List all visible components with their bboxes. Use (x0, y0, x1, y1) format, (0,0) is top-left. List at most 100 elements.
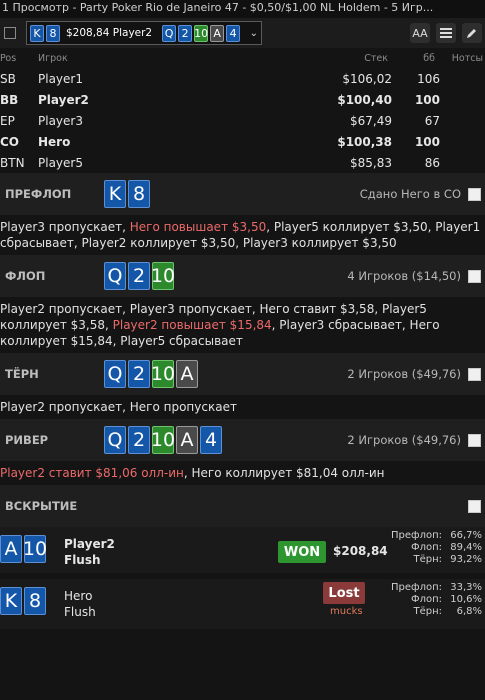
board-card-4: A (210, 24, 225, 42)
showdown-row: K 8 Hero Flush Lost mucks Префлоп: 33,3% … (0, 579, 485, 629)
street-cards: Q 2 10 (104, 262, 175, 290)
action-text: Player2 пропускает, Него пропускает (0, 400, 237, 414)
hand-amount: $208,84 Player2 (66, 27, 153, 39)
street-showdown: ВСКРЫТИЕ (0, 485, 485, 527)
street-river: РИВЕР Q 2 10 A 4 2 Игроков ($49,76) (0, 419, 485, 461)
select-checkbox[interactable] (4, 27, 16, 39)
list-icon[interactable] (436, 23, 456, 43)
card: A (0, 535, 22, 563)
note-checkbox[interactable] (468, 433, 481, 447)
player-row[interactable]: CO Hero $100,38 100 (0, 131, 485, 152)
players-header: Pos Игрок Стек бб Нотсы (0, 48, 485, 68)
player-pos: BTN (0, 155, 25, 170)
card: Q (104, 360, 126, 388)
street-turn: ТЁРН Q 2 10 A 2 Игроков ($49,76) (0, 353, 485, 395)
player-stack: $100,40 (337, 92, 392, 107)
showdown-cards: K 8 (0, 587, 46, 615)
note-checkbox[interactable] (468, 367, 481, 381)
header-stack: Стек (364, 52, 388, 64)
street-label: РИВЕР (5, 433, 49, 447)
street-label: ТЁРН (5, 367, 39, 381)
street-preflop: ПРЕФЛОП K 8 Сдано Него в CO (0, 173, 485, 215)
equity-label: Флоп: (410, 542, 442, 553)
board-card-2: 2 (178, 24, 193, 42)
equity-value: 33,3% (450, 582, 482, 593)
equity-value: 89,4% (450, 542, 482, 553)
street-label: ПРЕФЛОП (5, 187, 72, 201)
pencil-icon[interactable] (462, 23, 482, 43)
player-stack: $67,49 (350, 113, 392, 128)
equity-label: Префлоп: (391, 582, 442, 593)
player-row[interactable]: BTN Player5 $85,83 86 (0, 152, 485, 173)
equity-value: 66,7% (450, 530, 482, 541)
street-info: 4 Игроков ($14,50) (347, 269, 461, 283)
action-text-raise: Player2 повышает $15,84 (112, 318, 272, 332)
board-card-3: 10 (194, 24, 209, 42)
action-text-bet: Player2 ставит $81,06 олл-ин (0, 466, 184, 480)
card: A (176, 426, 198, 454)
toolbar: K 8 $208,84 Player2 Q 2 10 A 4 ⌄ AA (0, 18, 485, 48)
font-size-button[interactable]: AA (410, 23, 430, 43)
card: 2 (128, 360, 150, 388)
note-checkbox[interactable] (468, 269, 481, 283)
board-card-5: 4 (226, 24, 241, 42)
player-name: Hero (38, 134, 71, 149)
equity-label: Тёрн: (413, 606, 442, 617)
player-row[interactable]: SB Player1 $106,02 106 (0, 68, 485, 89)
equity-value: 6,8% (456, 606, 482, 617)
card: 8 (128, 180, 150, 208)
card: 10 (151, 360, 175, 388)
showdown-hand-name: Flush (64, 553, 101, 567)
action-text: Player3 пропускает, (0, 220, 130, 234)
player-pos: SB (0, 71, 16, 86)
player-row[interactable]: EP Player3 $67,49 67 (0, 110, 485, 131)
header-notes: Нотсы (451, 52, 483, 64)
equity-label: Флоп: (410, 594, 442, 605)
card: 10 (151, 262, 175, 290)
showdown-row: A 10 Player2 Flush WON $208,84 Префлоп: 6… (0, 527, 485, 573)
preflop-actions: Player3 пропускает, Него повышает $3,50,… (0, 215, 485, 255)
won-amount: $208,84 (333, 544, 388, 558)
showdown-hand-name: Flush (64, 605, 96, 619)
player-bb: 67 (424, 113, 440, 128)
header-pos: Pos (0, 52, 17, 64)
card: Q (104, 262, 126, 290)
player-stack: $85,83 (350, 155, 392, 170)
player-stack: $106,02 (342, 71, 392, 86)
equity-value: 93,2% (450, 554, 482, 565)
street-cards: Q 2 10 A (104, 360, 198, 388)
note-checkbox[interactable] (468, 187, 481, 201)
card: 2 (128, 262, 150, 290)
street-flop: ФЛОП Q 2 10 4 Игроков ($14,50) (0, 255, 485, 297)
player-pos: CO (0, 134, 20, 149)
player-stack: $100,38 (337, 134, 392, 149)
players-table: Pos Игрок Стек бб Нотсы SB Player1 $106,… (0, 48, 485, 173)
street-label: ФЛОП (5, 269, 46, 283)
street-cards: Q 2 10 A 4 (104, 426, 222, 454)
equity-label: Тёрн: (413, 554, 442, 565)
hand-dropdown[interactable]: K 8 $208,84 Player2 Q 2 10 A 4 ⌄ (26, 21, 262, 45)
card: Q (104, 426, 126, 454)
showdown-player-name: Hero (64, 589, 93, 603)
mucks-label: mucks (330, 606, 363, 617)
card: 2 (128, 426, 150, 454)
card: 8 (24, 587, 46, 615)
player-row[interactable]: BB Player2 $100,40 100 (0, 89, 485, 110)
street-cards: K 8 (104, 180, 150, 208)
window-title: 1 Просмотр - Party Poker Rio de Janeiro … (0, 0, 485, 18)
player-name: Player3 (38, 113, 83, 128)
header-player: Игрок (38, 52, 68, 64)
player-pos: EP (0, 113, 15, 128)
board-card-1: Q (162, 24, 177, 42)
card: K (0, 587, 22, 615)
equity-label: Префлоп: (391, 530, 442, 541)
action-text: , Него коллирует $81,04 олл-ин (183, 466, 385, 480)
street-info: 2 Игроков ($49,76) (347, 367, 461, 381)
chevron-down-icon: ⌄ (249, 27, 258, 39)
equity-block: Префлоп: 66,7% Флоп: 89,4% Тёрн: 93,2% (391, 530, 482, 566)
player-name: Player5 (38, 155, 83, 170)
equity-value: 10,6% (450, 594, 482, 605)
showdown-player-name: Player2 (64, 537, 115, 551)
player-bb: 106 (417, 71, 440, 86)
note-checkbox[interactable] (468, 499, 481, 513)
